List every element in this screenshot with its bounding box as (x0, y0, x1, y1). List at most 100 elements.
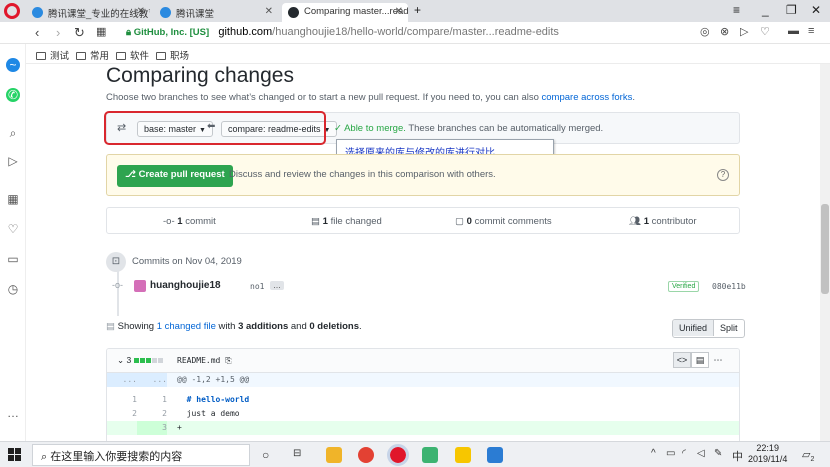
opera-taskbar-icon[interactable] (387, 444, 409, 466)
tab-tencent-2[interactable]: 腾讯课堂 ✕ (154, 3, 278, 22)
commits-date-label: Commits on Nov 04, 2019 (132, 256, 242, 267)
history-icon[interactable]: ◷ (6, 282, 20, 296)
tab-tencent-1[interactable]: 腾讯课堂_专业的在线教育 ✕ (26, 3, 150, 22)
whatsapp-icon[interactable]: ✆ (6, 88, 20, 102)
expand-up-icon[interactable]: ... (107, 373, 137, 387)
url-field[interactable]: 🔒︎ GitHub, Inc. [US] github.com/huanghou… (126, 26, 559, 38)
minimize-icon[interactable]: _ (762, 3, 769, 17)
clock-date: 2019/11/4 (748, 454, 788, 464)
bookmarks-bar: 测试 常用 软件 职场 (0, 44, 830, 64)
scrollbar-thumb[interactable] (821, 204, 829, 294)
adblock-icon[interactable]: ⊗ (720, 25, 729, 38)
old-line-number[interactable]: 2 (107, 407, 137, 421)
restore-icon[interactable]: ❐ (786, 3, 797, 17)
tab-github-compare[interactable]: Comparing master...read ✕ (282, 3, 408, 22)
rich-view-icon[interactable]: ▤ (691, 352, 709, 368)
files-stat[interactable]: ▤ 1 file changed (311, 216, 382, 227)
bookmark-folder-4[interactable]: 职场 (156, 48, 189, 62)
close-tab-icon[interactable]: ✕ (137, 6, 145, 17)
close-tab-icon[interactable]: ✕ (265, 6, 273, 17)
source-view-icon[interactable]: <> (673, 352, 691, 368)
chrome-icon[interactable] (358, 447, 374, 463)
tray-expand-icon[interactable]: ^ (651, 448, 656, 459)
volume-icon[interactable]: ◁ (697, 448, 705, 459)
merge-status: ✓ Able to merge. These branches can be a… (334, 123, 604, 134)
pen-icon[interactable]: ✎ (714, 448, 722, 459)
close-tab-icon[interactable]: ✕ (395, 6, 403, 17)
changed-files-link[interactable]: 1 changed file (157, 321, 216, 332)
commit-sha-link[interactable]: 080e11b (712, 282, 746, 291)
folder-icon (36, 52, 46, 60)
people-icon: 👥︎ (629, 216, 644, 227)
contributors-stat[interactable]: 👥︎ 1 contributor (629, 216, 697, 227)
expand-commit-button[interactable]: … (270, 281, 284, 290)
create-pull-request-button[interactable]: ⎇ Create pull request (117, 165, 233, 187)
commits-stat[interactable]: -o- 1 commit (163, 216, 216, 227)
bookmark-folder-1[interactable]: 测试 (36, 48, 69, 62)
task-view-icon[interactable]: ⊟ (293, 448, 301, 459)
battery-icon[interactable]: ▬ (788, 25, 799, 37)
search-icon[interactable]: ⌕ (6, 126, 20, 140)
kebab-menu-icon[interactable]: ⋯ (709, 353, 727, 369)
file-diff-icon: ▤ (106, 321, 118, 332)
word-icon[interactable] (487, 447, 503, 463)
old-line-number[interactable]: 1 (107, 393, 137, 407)
news-icon[interactable]: ▭ (6, 252, 20, 266)
heart-icon[interactable]: ♡ (6, 222, 20, 236)
camera-icon[interactable]: ◎ (700, 25, 710, 38)
diff-line-code: + (177, 423, 182, 432)
settings-menu-icon[interactable]: ≡ (808, 25, 814, 37)
more-icon[interactable]: … (6, 406, 20, 420)
network-icon[interactable]: ◜ (682, 448, 686, 459)
pr-description: Discuss and review the changes in this c… (229, 169, 496, 180)
battery-icon[interactable]: ▭ (666, 448, 675, 459)
new-line-number[interactable]: 3 (137, 421, 167, 435)
back-icon[interactable]: ‹ (35, 25, 39, 40)
check-icon: ✓ (334, 123, 345, 134)
tab-menu-icon[interactable]: ≡ (733, 3, 740, 17)
avatar[interactable] (134, 280, 146, 292)
notification-center-icon[interactable]: ▱2 (802, 448, 814, 463)
browser-tab-bar: 腾讯课堂_专业的在线教育 ✕ 腾讯课堂 ✕ Comparing master..… (0, 0, 830, 22)
diff-line-added: 3 + (107, 421, 739, 435)
cortana-icon[interactable]: ○ (262, 448, 269, 462)
expand-down-icon[interactable]: ... (137, 373, 167, 387)
question-icon[interactable]: ? (717, 169, 729, 181)
close-window-icon[interactable]: ✕ (811, 3, 821, 17)
speed-dial-icon[interactable]: ▦ (6, 192, 20, 206)
split-view-button[interactable]: Split (714, 320, 744, 336)
verified-badge[interactable]: Verified (668, 281, 700, 292)
compare-across-forks-link[interactable]: compare across forks (542, 92, 633, 103)
file-name[interactable]: README.md ⎘ (177, 356, 232, 366)
commit-message-link[interactable]: no1 (250, 282, 264, 291)
diffstat-neutral-block (151, 358, 157, 363)
send-icon[interactable]: ▷ (740, 25, 748, 38)
file-actions: <> ▤ ⋯ (673, 352, 727, 369)
reload-icon[interactable]: ↻ (74, 25, 85, 41)
copy-icon[interactable]: ⎘ (225, 356, 231, 365)
sticky-notes-icon[interactable] (455, 447, 471, 463)
new-line-number[interactable]: 2 (137, 407, 167, 421)
file-explorer-icon[interactable] (326, 447, 342, 463)
heart-icon[interactable]: ♡ (760, 25, 770, 38)
page-scrollbar[interactable] (820, 64, 830, 441)
taskbar-search-input[interactable]: ⌕ 在这里输入你要搜索的内容 (32, 444, 250, 466)
comments-stat[interactable]: ▢ 0 commit comments (455, 216, 552, 227)
app-icon[interactable] (422, 447, 438, 463)
opera-logo-icon[interactable] (4, 3, 20, 19)
messenger-icon[interactable]: ~ (6, 58, 20, 72)
speed-dial-icon[interactable]: ▦ (96, 25, 106, 38)
bookmark-folder-3[interactable]: 软件 (116, 48, 149, 62)
new-line-number[interactable]: 1 (137, 393, 167, 407)
commit-author-link[interactable]: huanghoujie18 (150, 280, 221, 291)
clock[interactable]: 22:19 2019/11/4 (748, 443, 787, 465)
unified-view-button[interactable]: Unified (673, 320, 715, 336)
new-tab-button[interactable]: + (414, 3, 421, 17)
forward-icon[interactable]: › (56, 25, 60, 40)
commits-day-header: ⊡ Commits on Nov 04, 2019 (106, 252, 740, 272)
ime-indicator[interactable]: 中 (732, 448, 743, 464)
send-icon[interactable]: ▷ (6, 154, 20, 168)
create-pr-box: ⎇ Create pull request Discuss and review… (106, 154, 740, 196)
bookmark-folder-2[interactable]: 常用 (76, 48, 109, 62)
windows-start-icon[interactable] (8, 448, 22, 462)
